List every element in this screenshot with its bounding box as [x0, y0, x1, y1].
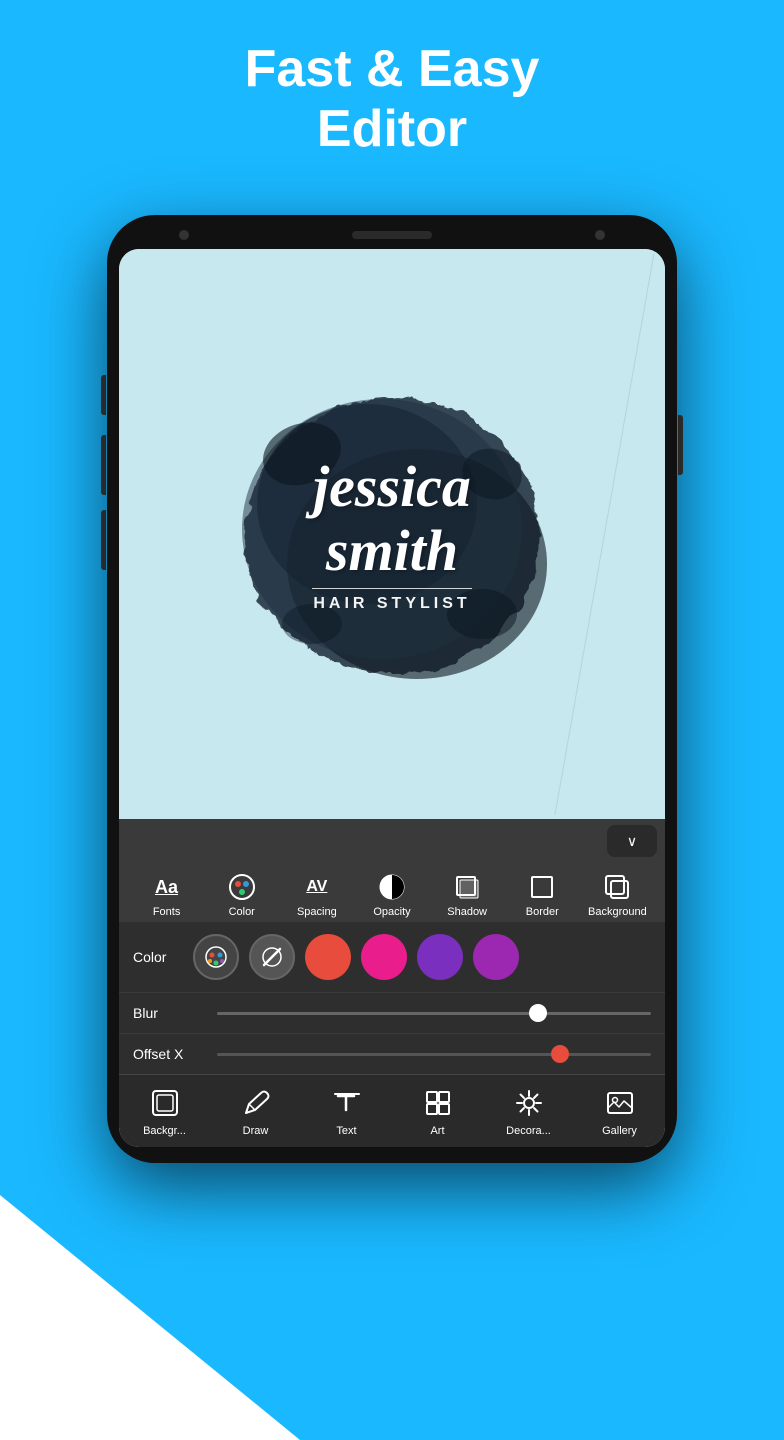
- nav-background-icon: [147, 1085, 183, 1121]
- phone-mockup: jessica smith HAIR STYLIST ∨: [107, 215, 677, 1163]
- color-purple[interactable]: [417, 934, 463, 980]
- color-pink[interactable]: [361, 934, 407, 980]
- nav-draw[interactable]: Draw: [210, 1085, 301, 1137]
- color-icon: [226, 871, 258, 903]
- phone-top-bar: [119, 231, 665, 249]
- watercolor-blob: jessica smith HAIR STYLIST: [222, 374, 562, 694]
- border-icon: [526, 871, 558, 903]
- nav-gallery-label: Gallery: [602, 1125, 637, 1137]
- color-red[interactable]: [305, 934, 351, 980]
- nav-text[interactable]: Text: [301, 1085, 392, 1137]
- tool-opacity[interactable]: Opacity: [354, 871, 429, 918]
- card-text-overlay: jessica smith HAIR STYLIST: [312, 455, 472, 614]
- blur-thumb[interactable]: [529, 1004, 547, 1022]
- offset-x-track[interactable]: [217, 1053, 651, 1056]
- card-divider: [312, 588, 472, 589]
- phone-screen: jessica smith HAIR STYLIST ∨: [119, 249, 665, 1147]
- collapse-btn-row: ∨: [119, 825, 665, 863]
- spacing-label: Spacing: [297, 906, 337, 918]
- blur-label: Blur: [133, 1005, 203, 1021]
- tool-border[interactable]: Border: [505, 871, 580, 918]
- nav-background[interactable]: Backgr...: [119, 1085, 210, 1137]
- spacing-icon: AV: [301, 871, 333, 903]
- tool-shadow[interactable]: Shadow: [430, 871, 505, 918]
- offset-x-slider-row: Offset X: [119, 1033, 665, 1074]
- volume-up-button: [101, 375, 106, 415]
- volume-down-button: [101, 435, 106, 495]
- front-camera-right: [595, 230, 605, 240]
- opacity-label: Opacity: [373, 906, 410, 918]
- tool-background[interactable]: Background: [580, 871, 655, 918]
- nav-draw-icon: [238, 1085, 274, 1121]
- power-button: [678, 415, 683, 475]
- nav-art-label: Art: [430, 1125, 444, 1137]
- palette-button[interactable]: [193, 934, 239, 980]
- offset-x-label: Offset X: [133, 1046, 203, 1062]
- border-label: Border: [526, 906, 559, 918]
- background-label: Background: [588, 906, 647, 918]
- color-label: Color: [229, 906, 255, 918]
- shadow-icon: [451, 871, 483, 903]
- nav-draw-label: Draw: [243, 1125, 269, 1137]
- blur-track[interactable]: [217, 1012, 651, 1015]
- fonts-icon: Aa: [151, 871, 183, 903]
- phone-speaker: [352, 231, 432, 239]
- nav-decorations-icon: [511, 1085, 547, 1121]
- card-name: jessica smith: [312, 455, 472, 583]
- shadow-label: Shadow: [447, 906, 487, 918]
- nav-art-icon: [420, 1085, 456, 1121]
- fonts-label: Fonts: [153, 906, 181, 918]
- color-row-label: Color: [133, 949, 183, 965]
- collapse-button[interactable]: ∨: [607, 825, 657, 857]
- front-camera-left: [179, 230, 189, 240]
- headline: Fast & Easy Editor: [20, 40, 764, 160]
- background-icon: [601, 871, 633, 903]
- color-violet[interactable]: [473, 934, 519, 980]
- card-diagonal-line: [555, 253, 655, 815]
- nav-background-label: Backgr...: [143, 1125, 186, 1137]
- blur-slider-row: Blur: [119, 992, 665, 1033]
- color-row: Color: [119, 922, 665, 992]
- bottom-nav: Backgr... Draw Text: [119, 1074, 665, 1147]
- nav-art[interactable]: Art: [392, 1085, 483, 1137]
- tool-spacing[interactable]: AV Spacing: [279, 871, 354, 918]
- toolbar-area: ∨ Aa Fonts Color: [119, 819, 665, 1074]
- nav-text-label: Text: [336, 1125, 356, 1137]
- tool-color[interactable]: Color: [204, 871, 279, 918]
- tool-fonts[interactable]: Aa Fonts: [129, 871, 204, 918]
- no-color-button[interactable]: [249, 934, 295, 980]
- nav-text-icon: [329, 1085, 365, 1121]
- bixby-button: [101, 510, 106, 570]
- tool-icons-row: Aa Fonts Color AV Spacing: [119, 863, 665, 922]
- nav-decorations-label: Decora...: [506, 1125, 551, 1137]
- opacity-icon: [376, 871, 408, 903]
- nav-gallery-icon: [602, 1085, 638, 1121]
- card-canvas[interactable]: jessica smith HAIR STYLIST: [119, 249, 665, 819]
- nav-decorations[interactable]: Decora...: [483, 1085, 574, 1137]
- card-subtitle: HAIR STYLIST: [312, 595, 472, 613]
- nav-gallery[interactable]: Gallery: [574, 1085, 665, 1137]
- offset-x-thumb[interactable]: [551, 1045, 569, 1063]
